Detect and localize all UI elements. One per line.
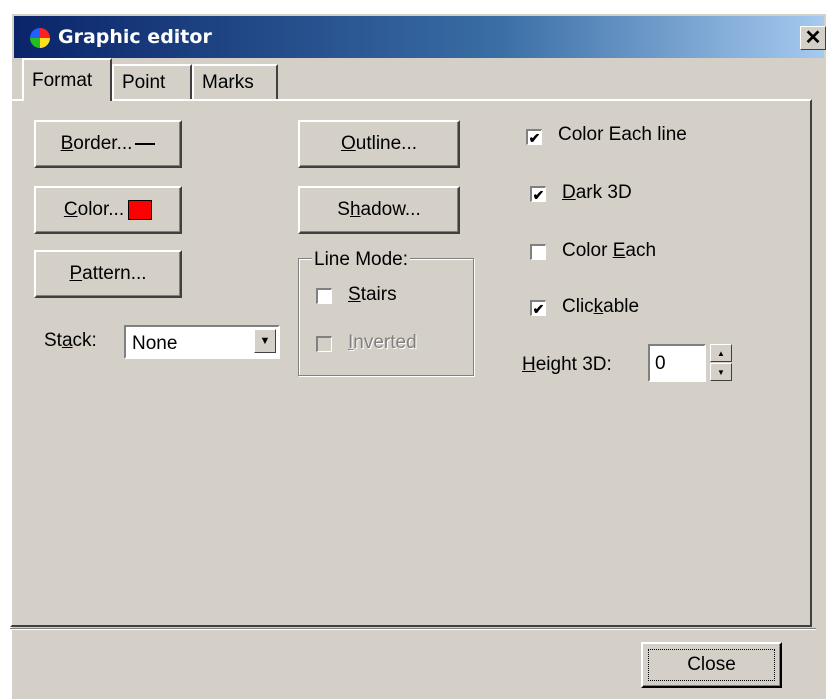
inverted-label: Inverted [348,332,417,353]
border-mnemonic: B [60,133,74,154]
border-button[interactable]: Border... [34,120,182,168]
tab-point-label: Point [122,71,166,93]
close-button-label: Close [687,654,736,675]
shadow-mnemonic: h [349,199,361,220]
shadow-label: adow... [360,199,421,220]
tab-marks-label: Marks [202,71,254,93]
inverted-checkbox[interactable] [316,336,332,352]
close-window-icon[interactable]: ✕ [800,26,826,50]
tab-marks[interactable]: Marks [192,64,278,99]
color-mnemonic: C [63,199,78,220]
color-each-line-label: Color Each line [558,124,687,145]
shadow-button[interactable]: Shadow... [298,186,460,234]
dark-3d-label: Dark 3D [562,182,632,203]
stairs-checkbox[interactable] [316,288,332,304]
dark-3d-checkbox[interactable]: ✔ [530,186,546,202]
stairs-label: Stairs [348,284,397,305]
tab-point[interactable]: Point [112,64,192,99]
height-3d-input[interactable]: 0 [648,344,706,382]
height-3d-value: 0 [655,353,666,374]
footer-separator [10,628,816,630]
color-each-label: Color Each [562,240,657,261]
outline-mnemonic: O [340,133,356,154]
line-mode-group [298,258,474,376]
border-label: order... [73,133,133,154]
window-title: Graphic editor [58,26,212,48]
outline-label: utline... [355,133,418,154]
color-each-line-checkbox[interactable]: ✔ [526,129,542,145]
border-line-icon [135,143,156,145]
height-3d-label: Height 3D: [522,354,612,375]
pattern-button[interactable]: Pattern... [34,250,182,298]
spin-down-icon[interactable]: ▼ [710,363,732,381]
pattern-label: attern... [82,263,147,284]
color-label: olor... [77,199,125,220]
color-swatch-icon [128,200,153,220]
outline-button[interactable]: Outline... [298,120,460,168]
stack-select-value: None [132,333,178,354]
line-mode-title: Line Mode: [312,249,411,271]
chevron-down-icon[interactable]: ▼ [254,329,276,353]
tab-format-label: Format [32,69,93,91]
spin-up-icon[interactable]: ▲ [710,344,732,362]
color-each-checkbox[interactable] [530,244,546,260]
app-icon [30,28,50,48]
title-bar: Graphic editor ✕ [14,16,826,58]
stack-select[interactable]: None ▼ [124,325,280,359]
tab-format[interactable]: Format [22,58,112,101]
clickable-checkbox[interactable]: ✔ [530,300,546,316]
stack-label: Stack: [44,330,97,351]
shadow-label-start: S [337,199,350,220]
color-button[interactable]: Color... [34,186,182,234]
close-button[interactable]: Close [641,642,782,688]
clickable-label: Clickable [562,296,640,317]
pattern-mnemonic: P [69,263,83,284]
